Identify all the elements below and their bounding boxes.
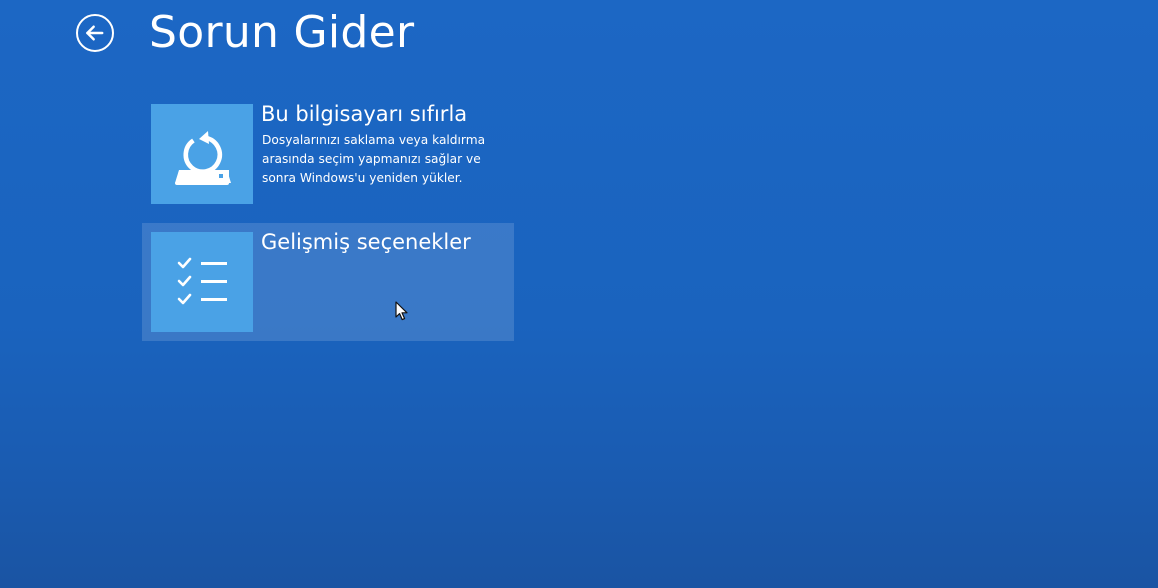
reset-this-pc-option[interactable]: Bu bilgisayarı sıfırla Dosyalarınızı sak… <box>142 95 514 213</box>
option-tile <box>151 104 253 204</box>
option-description: Dosyalarınızı saklama veya kaldırma aras… <box>262 133 486 185</box>
checklist-icon <box>177 257 227 305</box>
back-button[interactable] <box>76 14 114 52</box>
option-tile <box>151 232 253 332</box>
pc-reset-icon <box>175 131 231 185</box>
option-title: Bu bilgisayarı sıfırla <box>261 102 468 126</box>
arrow-left-circle-icon <box>86 25 104 41</box>
page-title: Sorun Gider <box>149 7 415 58</box>
advanced-options-option[interactable]: Gelişmiş seçenekler <box>142 223 514 341</box>
option-title: Gelişmiş seçenekler <box>261 230 471 254</box>
